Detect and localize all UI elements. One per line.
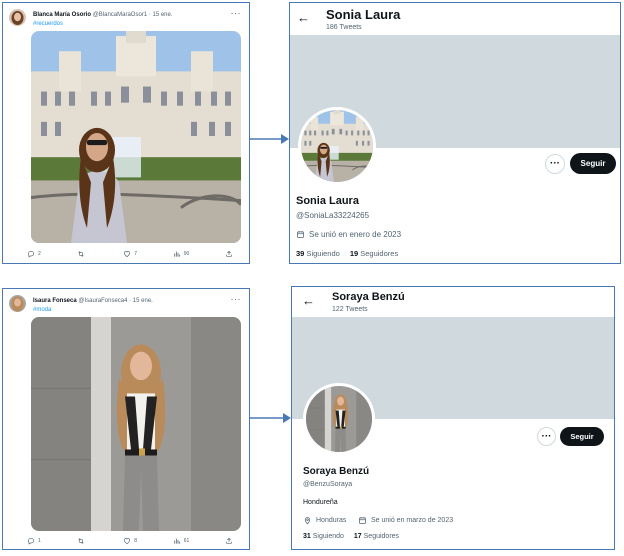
share-icon [225, 537, 233, 545]
view-count: 61 [183, 538, 190, 544]
joined-text: Se unió en enero de 2023 [309, 230, 402, 239]
reply-count: 2 [38, 251, 41, 257]
heart-icon [123, 537, 131, 545]
tweet-count: 122 Tweets [332, 306, 368, 313]
tweet-actions: 2 7 90 [27, 248, 233, 260]
tweet-header: Blanca María Osorio @BlancaMaraOsor1 · 1… [9, 8, 243, 31]
followers-link[interactable]: 19 Seguidores [350, 249, 398, 258]
profile-handle: @BenzuSoraya [303, 481, 353, 488]
location-text: Honduras [316, 517, 347, 524]
author-handle: @IsauraFonseca4 · 15 ene. [78, 298, 153, 304]
bottom-tweet-card[interactable]: Isaura Fonseca @IsauraFonseca4 · 15 ene.… [2, 288, 250, 550]
bottom-profile-card: ← Soraya Benzú 122 Tweets ··· Seguir Sor… [291, 286, 615, 550]
following-link[interactable]: 39 Siguiendo [296, 249, 340, 258]
views-icon [173, 537, 181, 545]
back-arrow-icon[interactable]: ← [302, 294, 315, 307]
profile-avatar[interactable] [298, 107, 376, 185]
share-button[interactable] [225, 537, 233, 545]
like-button[interactable]: 7 [123, 250, 137, 258]
followers-link[interactable]: 17 Seguidores [354, 533, 399, 540]
calendar-icon [296, 230, 305, 239]
joined-date: Se unió en enero de 2023 [296, 230, 401, 239]
back-arrow-icon[interactable]: ← [297, 11, 310, 24]
arrow-icon [250, 134, 289, 144]
more-options-button[interactable]: ··· [537, 427, 556, 446]
joined-date: Se unió en marzo de 2023 [358, 516, 453, 525]
views-button[interactable]: 90 [173, 250, 190, 258]
profile-avatar[interactable] [303, 383, 375, 455]
hashtag-link[interactable]: #recuerdos [33, 21, 63, 27]
location-pin-icon [303, 516, 312, 525]
profile-bio: Hondureña [303, 499, 338, 506]
like-count: 7 [134, 251, 137, 257]
retweet-icon [77, 537, 85, 545]
more-options-icon[interactable]: ··· [231, 294, 242, 304]
author-handle: @BlancaMaraOsor1 · 15 ene. [92, 12, 173, 18]
header-profile-name: Sonia Laura [326, 7, 401, 22]
tweet-actions: 1 8 61 [27, 535, 233, 547]
location: Honduras [303, 516, 346, 525]
joined-text: Se unió en marzo de 2023 [371, 517, 454, 524]
follow-button[interactable]: Seguir [560, 427, 604, 446]
retweet-button[interactable] [77, 250, 88, 258]
avatar[interactable] [9, 9, 26, 26]
tweet-photo[interactable] [31, 317, 241, 531]
like-button[interactable]: 8 [123, 537, 137, 545]
reply-button[interactable]: 2 [27, 250, 41, 258]
retweet-icon [77, 250, 85, 258]
retweet-button[interactable] [77, 537, 88, 545]
views-button[interactable]: 61 [173, 537, 190, 545]
like-count: 8 [134, 538, 137, 544]
heart-icon [123, 250, 131, 258]
author-line[interactable]: Isaura Fonseca @IsauraFonseca4 · 15 ene. [33, 298, 153, 304]
author-name[interactable]: Blanca María Osorio [33, 12, 91, 18]
calendar-icon [358, 516, 367, 525]
views-icon [173, 250, 181, 258]
arrow-icon [250, 413, 291, 423]
avatar[interactable] [9, 295, 26, 312]
share-icon [225, 250, 233, 258]
reply-count: 1 [38, 538, 41, 544]
reply-icon [27, 250, 35, 258]
more-options-button[interactable]: ··· [545, 154, 565, 174]
author-line[interactable]: Blanca María Osorio @BlancaMaraOsor1 · 1… [33, 12, 173, 18]
more-options-icon[interactable]: ··· [231, 8, 242, 18]
top-tweet-card[interactable]: Blanca María Osorio @BlancaMaraOsor1 · 1… [2, 2, 250, 264]
reply-button[interactable]: 1 [27, 537, 41, 545]
following-link[interactable]: 31 Siguiendo [303, 533, 344, 540]
profile-name: Sonia Laura [296, 195, 359, 207]
follow-button[interactable]: Seguir [570, 153, 616, 174]
header-profile-name: Soraya Benzú [332, 291, 405, 303]
tweet-header: Isaura Fonseca @IsauraFonseca4 · 15 ene.… [9, 294, 243, 317]
author-name[interactable]: Isaura Fonseca [33, 298, 77, 304]
tweet-count: 186 Tweets [326, 24, 362, 31]
view-count: 90 [183, 251, 190, 257]
hashtag-link[interactable]: #moda [33, 307, 51, 313]
profile-name: Soraya Benzú [303, 466, 370, 477]
follow-stats: 39 Siguiendo 19 Seguidores [296, 249, 398, 258]
reply-icon [27, 537, 35, 545]
profile-handle: @SoniaLa33224265 [296, 211, 370, 220]
top-profile-card: ← Sonia Laura 186 Tweets ··· Seguir Soni… [289, 2, 621, 264]
tweet-photo[interactable] [31, 31, 241, 243]
share-button[interactable] [225, 250, 233, 258]
follow-stats: 31 Siguiendo 17 Seguidores [303, 533, 399, 540]
